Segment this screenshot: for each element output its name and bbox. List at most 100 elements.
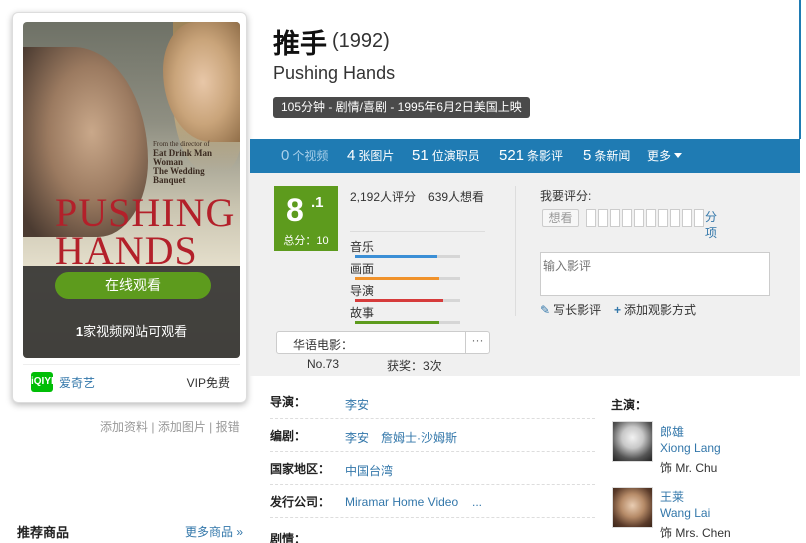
tab-count: 521 (499, 147, 525, 164)
watch-online-button[interactable]: 在线观看 (55, 272, 211, 299)
watch-sites-label: 家视频网站可观看 (83, 324, 188, 339)
dimension-fill (355, 321, 439, 324)
rating-cell-9[interactable] (682, 209, 692, 227)
tab-cast-crew[interactable]: 51 位演职员 (412, 139, 480, 173)
cast-name-en[interactable]: Xiong Lang (660, 441, 721, 455)
dimension-label: 导演 (350, 284, 375, 298)
provider-price: VIP免费 (186, 376, 230, 390)
rank-dropdown[interactable]: 华语电影： ··· (276, 331, 490, 354)
tab-more[interactable]: 更多 (647, 139, 683, 173)
score-integer: 8 (286, 192, 304, 228)
poster-credit-film1: Eat Drink Man Woman (153, 148, 213, 167)
tab-label: 条新闻 (594, 149, 631, 163)
dimension-visuals: 画面 (350, 260, 374, 277)
info-divider (270, 451, 595, 452)
writer-label: 编剧： (270, 429, 307, 443)
report-link[interactable]: 报错 (216, 420, 240, 434)
distributor-label: 发行公司： (270, 495, 331, 509)
score-badge: 8 .1 总分：10 (274, 186, 338, 251)
writer-link[interactable]: 詹姆士·沙姆斯 (381, 429, 457, 446)
tab-count: 4 (347, 147, 356, 164)
dimension-bar-music (355, 255, 460, 258)
poster-card: From the director of Eat Drink Man Woman… (12, 12, 247, 403)
rating-cell-7[interactable] (658, 209, 668, 227)
dimension-bar-story (355, 321, 460, 324)
director-link[interactable]: 李安 (345, 396, 369, 413)
add-info-link[interactable]: 添加资料 (100, 420, 148, 434)
score-total: 总分：10 (283, 235, 329, 247)
cast-title: 主演： (611, 398, 648, 412)
header-border (799, 0, 801, 139)
iqiyi-icon: iQIYI (31, 372, 54, 392)
tab-count: 5 (583, 147, 592, 164)
want-count[interactable]: 639人想看 (428, 190, 484, 204)
want-to-watch-button[interactable]: 想看 (542, 209, 579, 227)
rank-number: No.73 (307, 357, 340, 371)
add-images-link[interactable]: 添加图片 (158, 420, 206, 434)
link-separator: | (205, 420, 216, 434)
movie-title-en: Pushing Hands (273, 63, 396, 83)
tab-label: 个视频 (292, 149, 329, 163)
rating-panel: 8 .1 总分：10 2,192人评分 639人想看 音乐 画面 导演 故事 我要… (250, 173, 800, 376)
director-label: 导演： (270, 395, 307, 409)
chevron-down-icon (674, 153, 683, 158)
recommend-title: 推荐商品 (17, 525, 70, 540)
dimension-label: 故事 (350, 306, 375, 320)
tab-videos[interactable]: 0 个视频 (281, 139, 328, 173)
cast-name-en[interactable]: Wang Lai (660, 506, 710, 520)
rating-cell-8[interactable] (670, 209, 680, 227)
poster-title-art: PUSHING HANDS (55, 190, 236, 273)
my-rating-label: 我要评分: (540, 189, 592, 203)
awards-count[interactable]: 获奖：3次 (387, 357, 442, 374)
tab-news[interactable]: 5 条新闻 (583, 139, 630, 173)
tab-bar: 0 个视频 4 张图片 51 位演职员 521 条影评 5 条新闻 更多 (250, 139, 800, 173)
distributor-link[interactable]: Miramar Home Video (345, 495, 458, 509)
add-watch-label: 添加观影方式 (624, 303, 697, 317)
link-separator: | (148, 420, 158, 434)
cast-role: 饰 Mr. Chu (660, 461, 718, 475)
tab-more-label: 更多 (647, 149, 672, 163)
dimension-music: 音乐 (350, 238, 374, 255)
watch-sites-count[interactable]: 1家视频网站可观看 (23, 321, 240, 340)
rating-cell-10[interactable] (694, 209, 704, 227)
cast-name-cn[interactable]: 王莱 (660, 488, 684, 505)
provider-row[interactable]: iQIYI 爱奇艺 VIP免费 (23, 364, 240, 398)
tab-images[interactable]: 4 张图片 (347, 139, 394, 173)
movie-poster[interactable]: From the director of Eat Drink Man Woman… (23, 22, 240, 358)
rating-cell-6[interactable] (646, 209, 656, 227)
region-link[interactable]: 中国台湾 (345, 462, 393, 479)
rating-votes[interactable]: 2,192人评分 (350, 190, 416, 204)
dimension-bar-directing (355, 299, 460, 302)
dimension-bar-visuals (355, 277, 460, 280)
dimension-directing: 导演 (350, 282, 374, 299)
rating-cell-3[interactable] (610, 209, 620, 227)
tab-reviews[interactable]: 521 条影评 (499, 139, 563, 173)
review-input[interactable] (540, 252, 770, 296)
rating-cell-2[interactable] (598, 209, 608, 227)
vertical-divider (515, 186, 516, 316)
plot-label: 剧情： (270, 532, 307, 543)
dimension-label: 画面 (350, 262, 375, 276)
sub-rating-link[interactable]: 分项 (705, 209, 719, 241)
distributor-more[interactable]: ... (472, 495, 482, 509)
provider-name[interactable]: 爱奇艺 (59, 374, 95, 391)
add-watch-method-link[interactable]: + 添加观影方式 (614, 301, 696, 318)
tab-count: 51 (412, 147, 429, 164)
avatar[interactable] (612, 421, 653, 462)
avatar[interactable] (612, 487, 653, 528)
dimension-fill (355, 299, 444, 302)
edit-links: 添加资料 | 添加图片 | 报错 (100, 418, 240, 435)
poster-credit-film2: The Wedding Banquet (153, 166, 205, 185)
pencil-icon: ✎ (540, 303, 551, 317)
divider (350, 231, 485, 232)
recommend-more-link[interactable]: 更多商品 » (185, 523, 243, 540)
writer-link[interactable]: 李安 (345, 429, 369, 446)
rating-cell-5[interactable] (634, 209, 644, 227)
more-dots-icon[interactable]: ··· (465, 332, 489, 353)
rating-cell-1[interactable] (586, 209, 596, 227)
write-review-link[interactable]: ✎ 写长影评 (540, 301, 601, 318)
rating-cell-4[interactable] (622, 209, 632, 227)
info-divider (270, 484, 595, 485)
cast-role: 饰 Mrs. Chen (660, 526, 731, 540)
cast-name-cn[interactable]: 郎雄 (660, 423, 684, 440)
